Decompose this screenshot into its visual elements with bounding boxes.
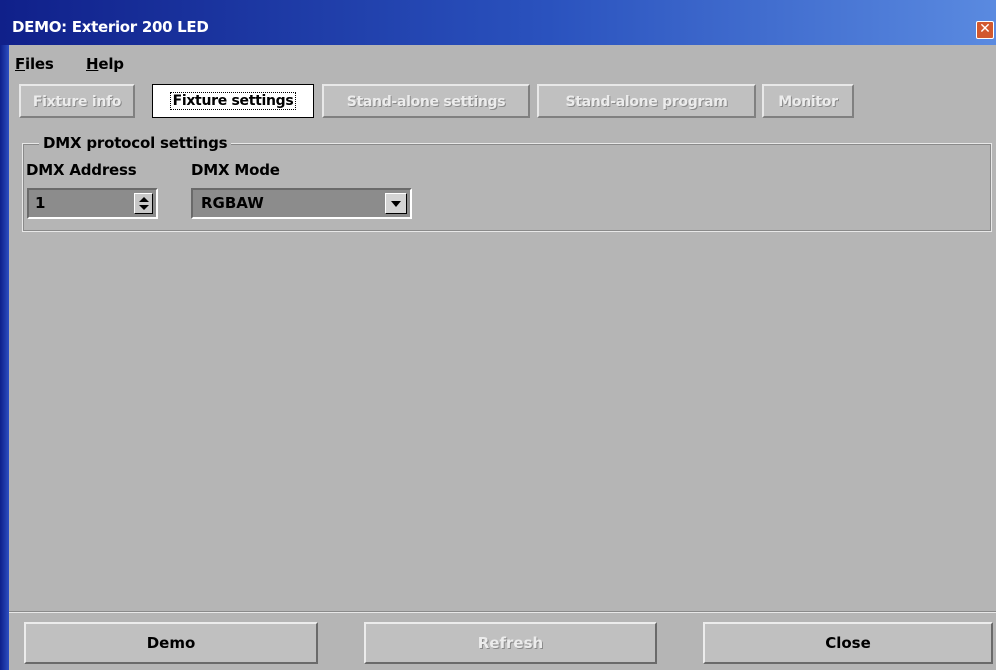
tab-monitor-label: Monitor	[778, 94, 838, 110]
dropdown-button[interactable]	[385, 193, 407, 214]
spinner-down-icon	[139, 205, 149, 210]
tab-fixture-settings-label: Fixture settings	[169, 92, 297, 110]
dmx-mode-dropdown[interactable]: RGBAW	[191, 188, 412, 219]
application-window: DEMO: Exterior 200 LED ✕ Files Help Fixt…	[0, 0, 996, 670]
menu-files-mnemonic: F	[15, 55, 26, 73]
demo-button[interactable]: Demo	[24, 622, 318, 664]
chevron-down-icon	[391, 201, 401, 207]
tab-fixture-settings[interactable]: Fixture settings	[152, 84, 314, 118]
tab-stand-alone-settings-label: Stand-alone settings	[346, 94, 506, 110]
dmx-address-value: 1	[35, 194, 46, 212]
window-title: DEMO: Exterior 200 LED	[12, 18, 209, 36]
dmx-mode-label: DMX Mode	[191, 161, 280, 179]
close-icon: ✕	[979, 21, 991, 37]
dmx-protocol-groupbox	[22, 143, 992, 232]
spinner-arrows-button[interactable]	[134, 193, 153, 214]
refresh-button[interactable]: Refresh	[364, 622, 657, 664]
menu-help[interactable]: Help	[86, 55, 124, 73]
tab-stand-alone-settings[interactable]: Stand-alone settings	[322, 84, 530, 118]
dmx-address-spinner[interactable]: 1	[27, 188, 158, 219]
tab-fixture-info-label: Fixture info	[32, 94, 122, 110]
tab-monitor[interactable]: Monitor	[762, 84, 854, 118]
bottom-separator	[9, 611, 996, 613]
close-button[interactable]: Close	[703, 622, 993, 664]
window-frame-edge	[0, 45, 9, 670]
tab-fixture-info[interactable]: Fixture info	[19, 84, 135, 118]
tab-stand-alone-program[interactable]: Stand-alone program	[537, 84, 756, 118]
client-area: Files Help Fixture info Fixture settings…	[9, 45, 996, 670]
title-bar[interactable]: DEMO: Exterior 200 LED ✕	[0, 0, 996, 45]
menu-files[interactable]: Files	[15, 55, 54, 73]
tab-stand-alone-program-label: Stand-alone program	[565, 94, 728, 110]
menu-files-label: iles	[25, 55, 54, 73]
close-window-button[interactable]: ✕	[976, 21, 994, 39]
dmx-mode-value: RGBAW	[201, 194, 264, 212]
menu-help-label: elp	[98, 55, 124, 73]
spinner-up-icon	[139, 197, 149, 202]
dmx-address-label: DMX Address	[26, 161, 137, 179]
menu-help-mnemonic: H	[86, 55, 99, 73]
dmx-protocol-group-title: DMX protocol settings	[39, 134, 232, 152]
